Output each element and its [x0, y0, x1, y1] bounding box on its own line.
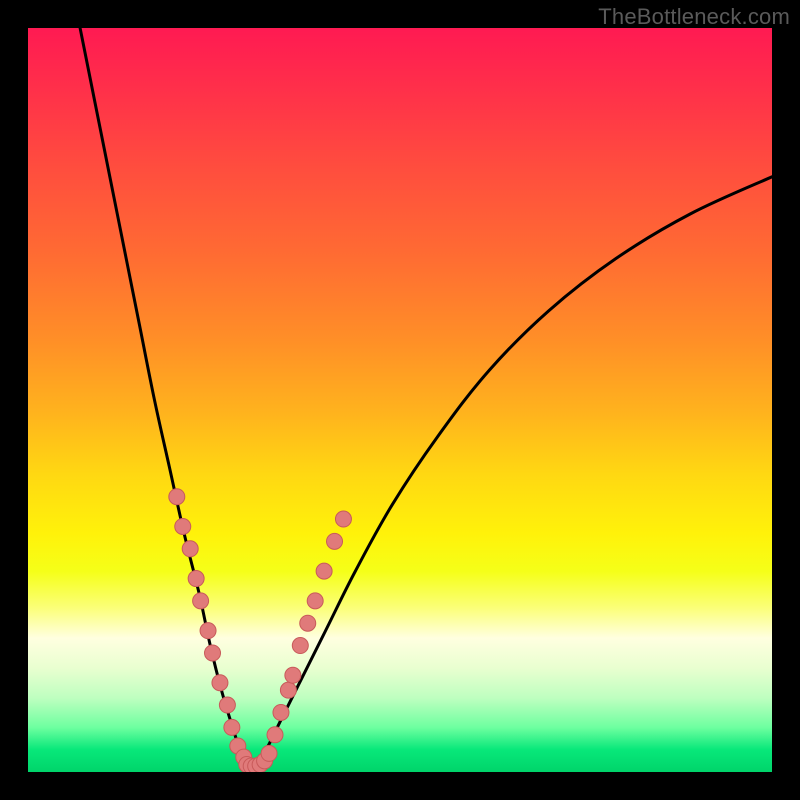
data-dot: [175, 518, 191, 534]
data-dot: [261, 745, 277, 761]
chart-svg: [28, 28, 772, 772]
data-dot: [292, 638, 308, 654]
data-dot: [182, 541, 198, 557]
data-dot: [219, 697, 235, 713]
data-dot: [169, 489, 185, 505]
data-dot: [200, 623, 216, 639]
data-dot: [300, 615, 316, 631]
bottleneck-curve: [80, 28, 772, 768]
data-dot: [188, 571, 204, 587]
data-dot: [316, 563, 332, 579]
plot-area: [28, 28, 772, 772]
data-dot: [267, 727, 283, 743]
data-dot: [212, 675, 228, 691]
data-dot: [327, 533, 343, 549]
data-dot: [335, 511, 351, 527]
data-dot: [193, 593, 209, 609]
curve-layer: [80, 28, 772, 768]
data-dot: [285, 667, 301, 683]
data-dot: [307, 593, 323, 609]
data-dot: [224, 719, 240, 735]
data-dot: [205, 645, 221, 661]
watermark: TheBottleneck.com: [598, 4, 790, 30]
frame: TheBottleneck.com: [0, 0, 800, 800]
data-dot: [280, 682, 296, 698]
data-dot: [273, 704, 289, 720]
dots-layer: [169, 489, 352, 772]
